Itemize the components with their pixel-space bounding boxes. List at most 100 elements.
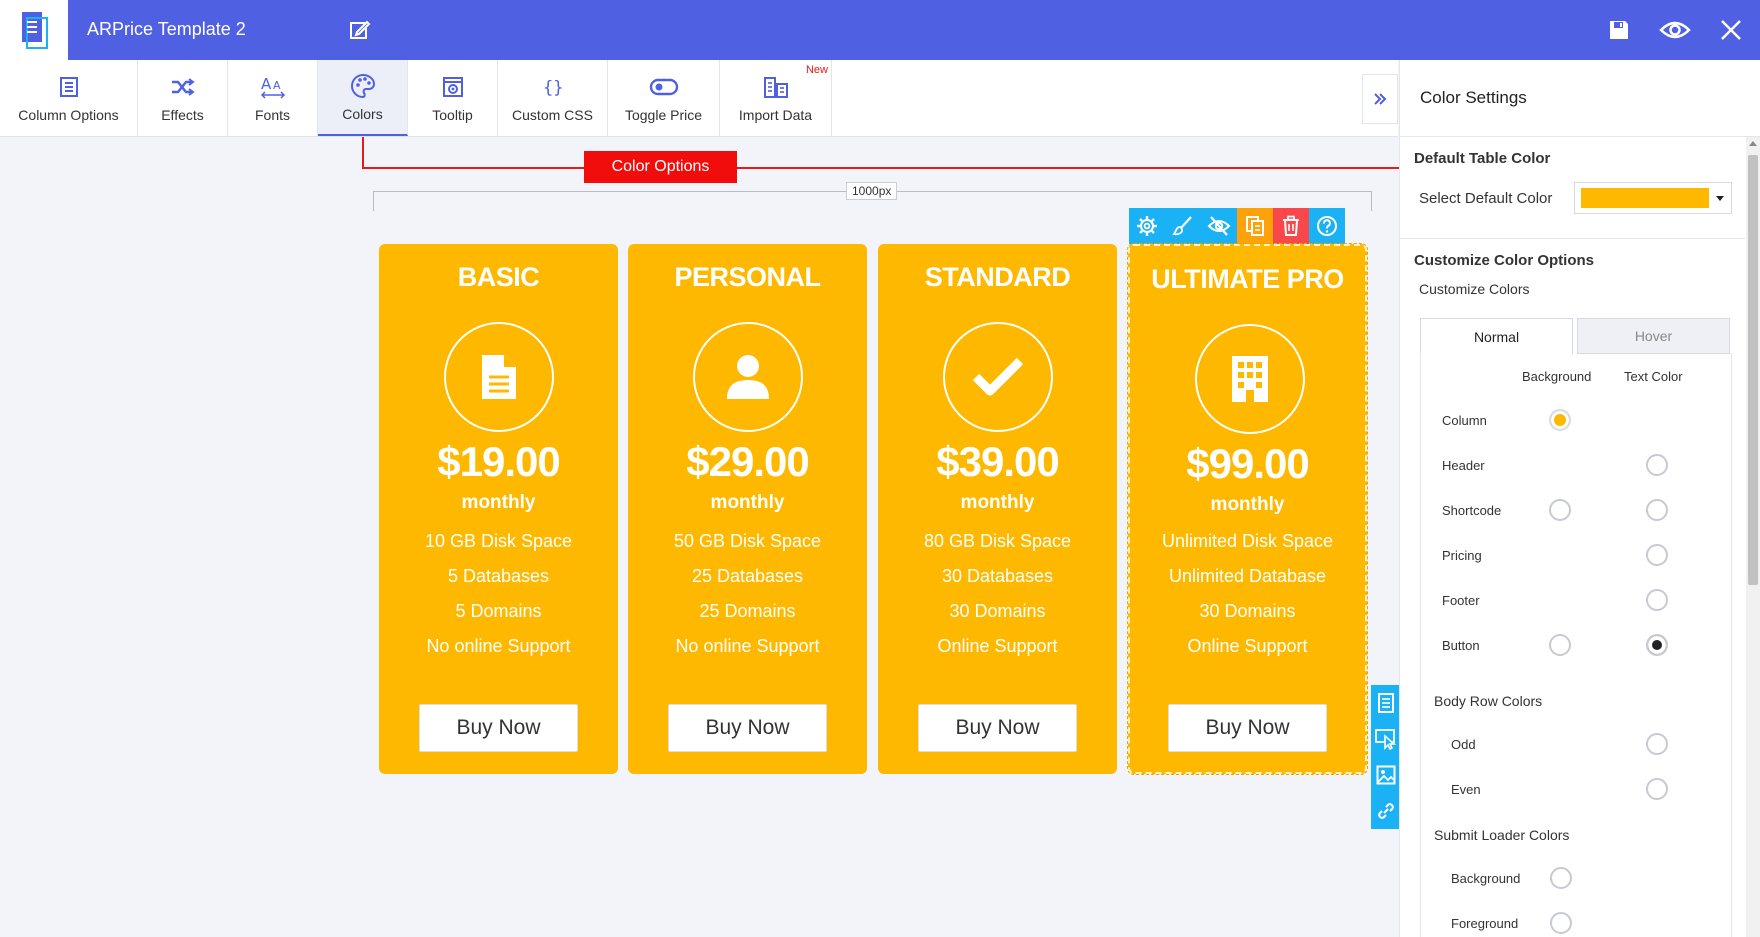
shortcode-background-swatch[interactable] [1549,499,1571,521]
card-feature: Online Support [937,636,1058,656]
default-color-select[interactable] [1574,182,1732,214]
customize-color-options-title: Customize Color Options [1414,252,1594,269]
color-row-label: Shortcode [1442,503,1502,518]
card-feature: 10 GB Disk Space [424,531,573,551]
column-duplicate-button[interactable] [1237,208,1273,244]
divider [1400,238,1745,239]
card-period: monthly [461,492,536,513]
column-settings-button[interactable] [1129,208,1165,244]
section-link-button[interactable] [1374,798,1398,824]
loader-background-swatch[interactable] [1550,867,1572,889]
app-title: ARPrice Template 2 [87,19,246,39]
pricing-card-standard[interactable]: STANDARD $39.00 monthly 80 GB Disk Space… [878,244,1117,774]
submit-loader-colors-title: Submit Loader Colors [1434,827,1570,843]
chevron-down-icon [1716,196,1724,201]
color-row-label: Even [1451,782,1481,797]
section-text-button[interactable] [1374,690,1398,716]
column-delete-button[interactable] [1273,208,1309,244]
image-icon [1376,765,1396,785]
tool-custom-css[interactable]: {} Custom CSS [498,60,608,136]
column-style-button[interactable] [1165,208,1201,244]
tool-fonts[interactable]: AA Fonts [228,60,318,136]
column-hide-button[interactable] [1201,208,1237,244]
tool-colors[interactable]: Colors [318,60,408,136]
color-options-callout: Color Options [584,151,737,183]
card-feature: 50 GB Disk Space [673,531,822,551]
column-background-swatch[interactable] [1549,409,1571,431]
buy-now-button[interactable]: Buy Now [668,704,827,752]
toggle-icon [649,78,678,96]
color-row-label: Background [1451,871,1521,886]
card-price: $19.00 [437,438,560,485]
tab-hover[interactable]: Hover [1577,318,1730,354]
button-text-color-swatch[interactable] [1646,634,1668,656]
preview-button[interactable] [1658,14,1692,46]
column-help-button[interactable] [1309,208,1345,244]
section-image-button[interactable] [1374,762,1398,788]
buy-now-button[interactable]: Buy Now [1168,704,1327,752]
card-title: STANDARD [924,262,1071,292]
pricing-card-personal[interactable]: PERSONAL $29.00 monthly 50 GB Disk Space… [628,244,867,774]
eye-off-icon [1207,216,1231,236]
svg-text:{}: {} [543,78,563,98]
color-row-label: Column [1442,413,1487,428]
collapse-panel-button[interactable] [1362,74,1398,124]
select-default-color-label: Select Default Color [1419,190,1553,207]
default-table-color-title: Default Table Color [1414,150,1551,167]
buy-now-button[interactable]: Buy Now [419,704,578,752]
tool-import-data[interactable]: New Import Data [720,60,832,136]
font-icon: AA [260,75,285,99]
column-options-icon [59,77,78,97]
color-row-label: Pricing [1442,548,1482,563]
braces-icon: {} [543,78,563,98]
top-actions [1602,14,1748,46]
card-price: $29.00 [686,438,809,485]
scrollbar-thumb[interactable] [1748,155,1758,585]
tool-label: Toggle Price [624,107,703,123]
card-feature: 25 Domains [699,601,796,621]
tool-effects[interactable]: Effects [138,60,228,136]
card-icon-circle [444,322,554,432]
section-button-button[interactable] [1374,726,1398,752]
tool-label: Import Data [738,107,813,123]
copy-icon [1246,216,1264,236]
buy-now-button[interactable]: Buy Now [918,704,1077,752]
pricing-card-ultimate-pro[interactable]: ULTIMATE PRO $99.00 monthly Unlimited Di… [1127,243,1368,775]
card-feature: No online Support [426,636,571,656]
color-row-label: Footer [1442,593,1480,608]
shortcode-text-color-swatch[interactable] [1646,499,1668,521]
close-icon [1721,20,1741,40]
card-feature: 80 GB Disk Space [923,531,1072,551]
color-state-tabs: Normal Hover [1420,318,1732,354]
pricing-card-basic[interactable]: BASIC $19.00 monthly 10 GB Disk Space 5 … [379,244,618,774]
even-row-color-swatch[interactable] [1646,778,1668,800]
footer-text-color-swatch[interactable] [1646,589,1668,611]
loader-foreground-swatch[interactable] [1550,912,1572,934]
edit-title-icon[interactable] [348,18,372,42]
tool-toggle-price[interactable]: Toggle Price [608,60,720,136]
card-feature: Online Support [1187,636,1308,656]
tool-column-options[interactable]: Column Options [0,60,138,136]
header-text-color-swatch[interactable] [1646,454,1668,476]
close-button[interactable] [1714,14,1748,46]
scroll-up-arrow[interactable] [1749,141,1757,146]
trash-icon [1283,215,1299,236]
color-row-label: Foreground [1451,916,1519,931]
tool-label: Column Options [18,107,119,123]
card-feature: 30 Domains [949,601,1046,621]
odd-row-color-swatch[interactable] [1646,733,1668,755]
pricing-text-color-swatch[interactable] [1646,544,1668,566]
card-icon-circle [943,322,1053,432]
card-feature: Unlimited Database [1168,566,1327,586]
tool-tooltip[interactable]: Tooltip [408,60,498,136]
panel-scrollbar[interactable] [1746,137,1760,937]
editor-toolbar: Column Options Effects AA Fonts Colors T… [0,60,1398,137]
tab-normal[interactable]: Normal [1420,318,1573,354]
save-button[interactable] [1602,14,1636,46]
tool-label: Fonts [254,107,290,123]
document-icon [482,355,516,399]
import-icon [763,77,788,98]
card-title: ULTIMATE PRO [1151,264,1344,294]
button-background-swatch[interactable] [1549,634,1571,656]
card-feature: 30 Databases [941,566,1054,586]
